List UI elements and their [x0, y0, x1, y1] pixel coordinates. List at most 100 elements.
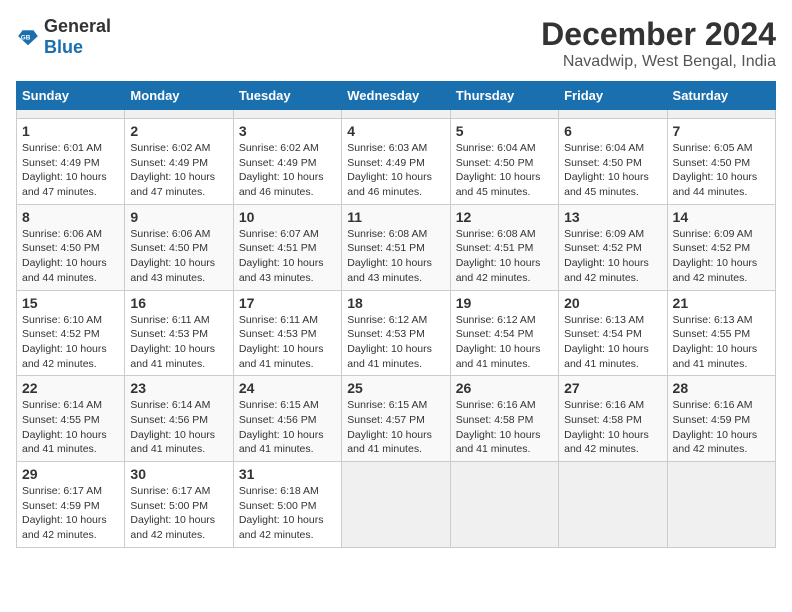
day-info: Sunrise: 6:09 AMSunset: 4:52 PMDaylight:… — [564, 228, 649, 284]
day-info: Sunrise: 6:16 AMSunset: 4:59 PMDaylight:… — [673, 399, 758, 455]
calendar-cell — [667, 110, 775, 119]
svg-text:GB: GB — [21, 34, 31, 41]
calendar-cell: 1Sunrise: 6:01 AMSunset: 4:49 PMDaylight… — [17, 119, 125, 205]
day-info: Sunrise: 6:02 AMSunset: 4:49 PMDaylight:… — [239, 142, 324, 198]
day-info: Sunrise: 6:14 AMSunset: 4:55 PMDaylight:… — [22, 399, 107, 455]
day-info: Sunrise: 6:01 AMSunset: 4:49 PMDaylight:… — [22, 142, 107, 198]
subtitle: Navadwip, West Bengal, India — [541, 53, 776, 71]
calendar-cell: 9 Sunrise: 6:06 AMSunset: 4:50 PMDaylight… — [125, 204, 233, 290]
day-info: Sunrise: 6:14 AMSunset: 4:56 PMDaylight:… — [130, 399, 215, 455]
col-saturday: Saturday — [667, 82, 775, 110]
day-info: Sunrise: 6:16 AMSunset: 4:58 PMDaylight:… — [564, 399, 649, 455]
calendar-cell: 14 Sunrise: 6:09 AMSunset: 4:52 PMDayligh… — [667, 204, 775, 290]
calendar-cell: 28Sunrise: 6:16 AMSunset: 4:59 PMDayligh… — [667, 376, 775, 462]
calendar-cell: 23 Sunrise: 6:14 AMSunset: 4:56 PMDayligh… — [125, 376, 233, 462]
day-number: 22 — [22, 380, 119, 396]
calendar-week-row: 15 Sunrise: 6:10 AMSunset: 4:52 PMDayligh… — [17, 290, 776, 376]
day-number: 2 — [130, 123, 227, 139]
day-info: Sunrise: 6:04 AMSunset: 4:50 PMDaylight:… — [456, 142, 541, 198]
day-number: 26 — [456, 380, 553, 396]
day-info: Sunrise: 6:11 AMSunset: 4:53 PMDaylight:… — [239, 314, 324, 370]
day-info: Sunrise: 6:10 AMSunset: 4:52 PMDaylight:… — [22, 314, 107, 370]
logo-blue-text: Blue — [44, 37, 83, 57]
calendar-cell: 21Sunrise: 6:13 AMSunset: 4:55 PMDayligh… — [667, 290, 775, 376]
day-number: 30 — [130, 466, 227, 482]
day-number: 12 — [456, 209, 553, 225]
day-number: 29 — [22, 466, 119, 482]
col-sunday: Sunday — [17, 82, 125, 110]
calendar-cell: 20 Sunrise: 6:13 AMSunset: 4:54 PMDayligh… — [559, 290, 667, 376]
day-info: Sunrise: 6:17 AMSunset: 4:59 PMDaylight:… — [22, 485, 107, 541]
calendar-cell — [667, 462, 775, 548]
calendar-cell — [450, 110, 558, 119]
day-number: 9 — [130, 209, 227, 225]
calendar-cell — [125, 110, 233, 119]
day-info: Sunrise: 6:15 AMSunset: 4:57 PMDaylight:… — [347, 399, 432, 455]
calendar-cell: 11 Sunrise: 6:08 AMSunset: 4:51 PMDayligh… — [342, 204, 450, 290]
day-number: 13 — [564, 209, 661, 225]
day-info: Sunrise: 6:07 AMSunset: 4:51 PMDaylight:… — [239, 228, 324, 284]
day-number: 4 — [347, 123, 444, 139]
day-info: Sunrise: 6:17 AMSunset: 5:00 PMDaylight:… — [130, 485, 215, 541]
day-info: Sunrise: 6:13 AMSunset: 4:55 PMDaylight:… — [673, 314, 758, 370]
logo: GB General Blue — [16, 16, 111, 58]
main-title: December 2024 — [541, 16, 776, 53]
day-info: Sunrise: 6:11 AMSunset: 4:53 PMDaylight:… — [130, 314, 215, 370]
calendar-cell — [342, 462, 450, 548]
calendar-cell — [233, 110, 341, 119]
day-number: 11 — [347, 209, 444, 225]
day-number: 27 — [564, 380, 661, 396]
day-info: Sunrise: 6:08 AMSunset: 4:51 PMDaylight:… — [456, 228, 541, 284]
calendar-cell: 4 Sunrise: 6:03 AMSunset: 4:49 PMDaylight… — [342, 119, 450, 205]
calendar-cell: 2Sunrise: 6:02 AMSunset: 4:49 PMDaylight… — [125, 119, 233, 205]
day-info: Sunrise: 6:05 AMSunset: 4:50 PMDaylight:… — [673, 142, 758, 198]
calendar-cell: 8Sunrise: 6:06 AMSunset: 4:50 PMDaylight… — [17, 204, 125, 290]
logo-icon: GB — [16, 25, 40, 49]
header: GB General Blue December 2024 Navadwip, … — [16, 16, 776, 71]
day-info: Sunrise: 6:06 AMSunset: 4:50 PMDaylight:… — [130, 228, 215, 284]
calendar-cell: 27 Sunrise: 6:16 AMSunset: 4:58 PMDayligh… — [559, 376, 667, 462]
day-number: 15 — [22, 295, 119, 311]
day-number: 19 — [456, 295, 553, 311]
day-info: Sunrise: 6:03 AMSunset: 4:49 PMDaylight:… — [347, 142, 432, 198]
calendar-cell: 25Sunrise: 6:15 AMSunset: 4:57 PMDayligh… — [342, 376, 450, 462]
title-area: December 2024 Navadwip, West Bengal, Ind… — [541, 16, 776, 71]
col-monday: Monday — [125, 82, 233, 110]
calendar-cell: 3Sunrise: 6:02 AMSunset: 4:49 PMDaylight… — [233, 119, 341, 205]
day-info: Sunrise: 6:09 AMSunset: 4:52 PMDaylight:… — [673, 228, 758, 284]
day-number: 6 — [564, 123, 661, 139]
col-wednesday: Wednesday — [342, 82, 450, 110]
calendar-cell: 15 Sunrise: 6:10 AMSunset: 4:52 PMDayligh… — [17, 290, 125, 376]
day-info: Sunrise: 6:18 AMSunset: 5:00 PMDaylight:… — [239, 485, 324, 541]
calendar-cell — [342, 110, 450, 119]
calendar-cell: 22 Sunrise: 6:14 AMSunset: 4:55 PMDayligh… — [17, 376, 125, 462]
calendar-cell: 26Sunrise: 6:16 AMSunset: 4:58 PMDayligh… — [450, 376, 558, 462]
calendar-table: Sunday Monday Tuesday Wednesday Thursday… — [16, 81, 776, 548]
calendar-week-row: 1Sunrise: 6:01 AMSunset: 4:49 PMDaylight… — [17, 119, 776, 205]
day-number: 20 — [564, 295, 661, 311]
day-number: 17 — [239, 295, 336, 311]
day-number: 14 — [673, 209, 770, 225]
calendar-cell: 7 Sunrise: 6:05 AMSunset: 4:50 PMDaylight… — [667, 119, 775, 205]
calendar-cell: 19Sunrise: 6:12 AMSunset: 4:54 PMDayligh… — [450, 290, 558, 376]
day-number: 5 — [456, 123, 553, 139]
day-number: 24 — [239, 380, 336, 396]
day-number: 31 — [239, 466, 336, 482]
calendar-cell — [450, 462, 558, 548]
day-info: Sunrise: 6:15 AMSunset: 4:56 PMDaylight:… — [239, 399, 324, 455]
col-thursday: Thursday — [450, 82, 558, 110]
day-number: 7 — [673, 123, 770, 139]
calendar-cell: 16Sunrise: 6:11 AMSunset: 4:53 PMDayligh… — [125, 290, 233, 376]
day-number: 10 — [239, 209, 336, 225]
calendar-cell: 13 Sunrise: 6:09 AMSunset: 4:52 PMDayligh… — [559, 204, 667, 290]
day-number: 23 — [130, 380, 227, 396]
calendar-week-row: 29 Sunrise: 6:17 AMSunset: 4:59 PMDayligh… — [17, 462, 776, 548]
calendar-cell — [559, 462, 667, 548]
day-info: Sunrise: 6:13 AMSunset: 4:54 PMDaylight:… — [564, 314, 649, 370]
calendar-cell — [17, 110, 125, 119]
col-friday: Friday — [559, 82, 667, 110]
logo-general-text: General — [44, 16, 111, 36]
day-info: Sunrise: 6:08 AMSunset: 4:51 PMDaylight:… — [347, 228, 432, 284]
calendar-week-row: 22 Sunrise: 6:14 AMSunset: 4:55 PMDayligh… — [17, 376, 776, 462]
calendar-week-row — [17, 110, 776, 119]
